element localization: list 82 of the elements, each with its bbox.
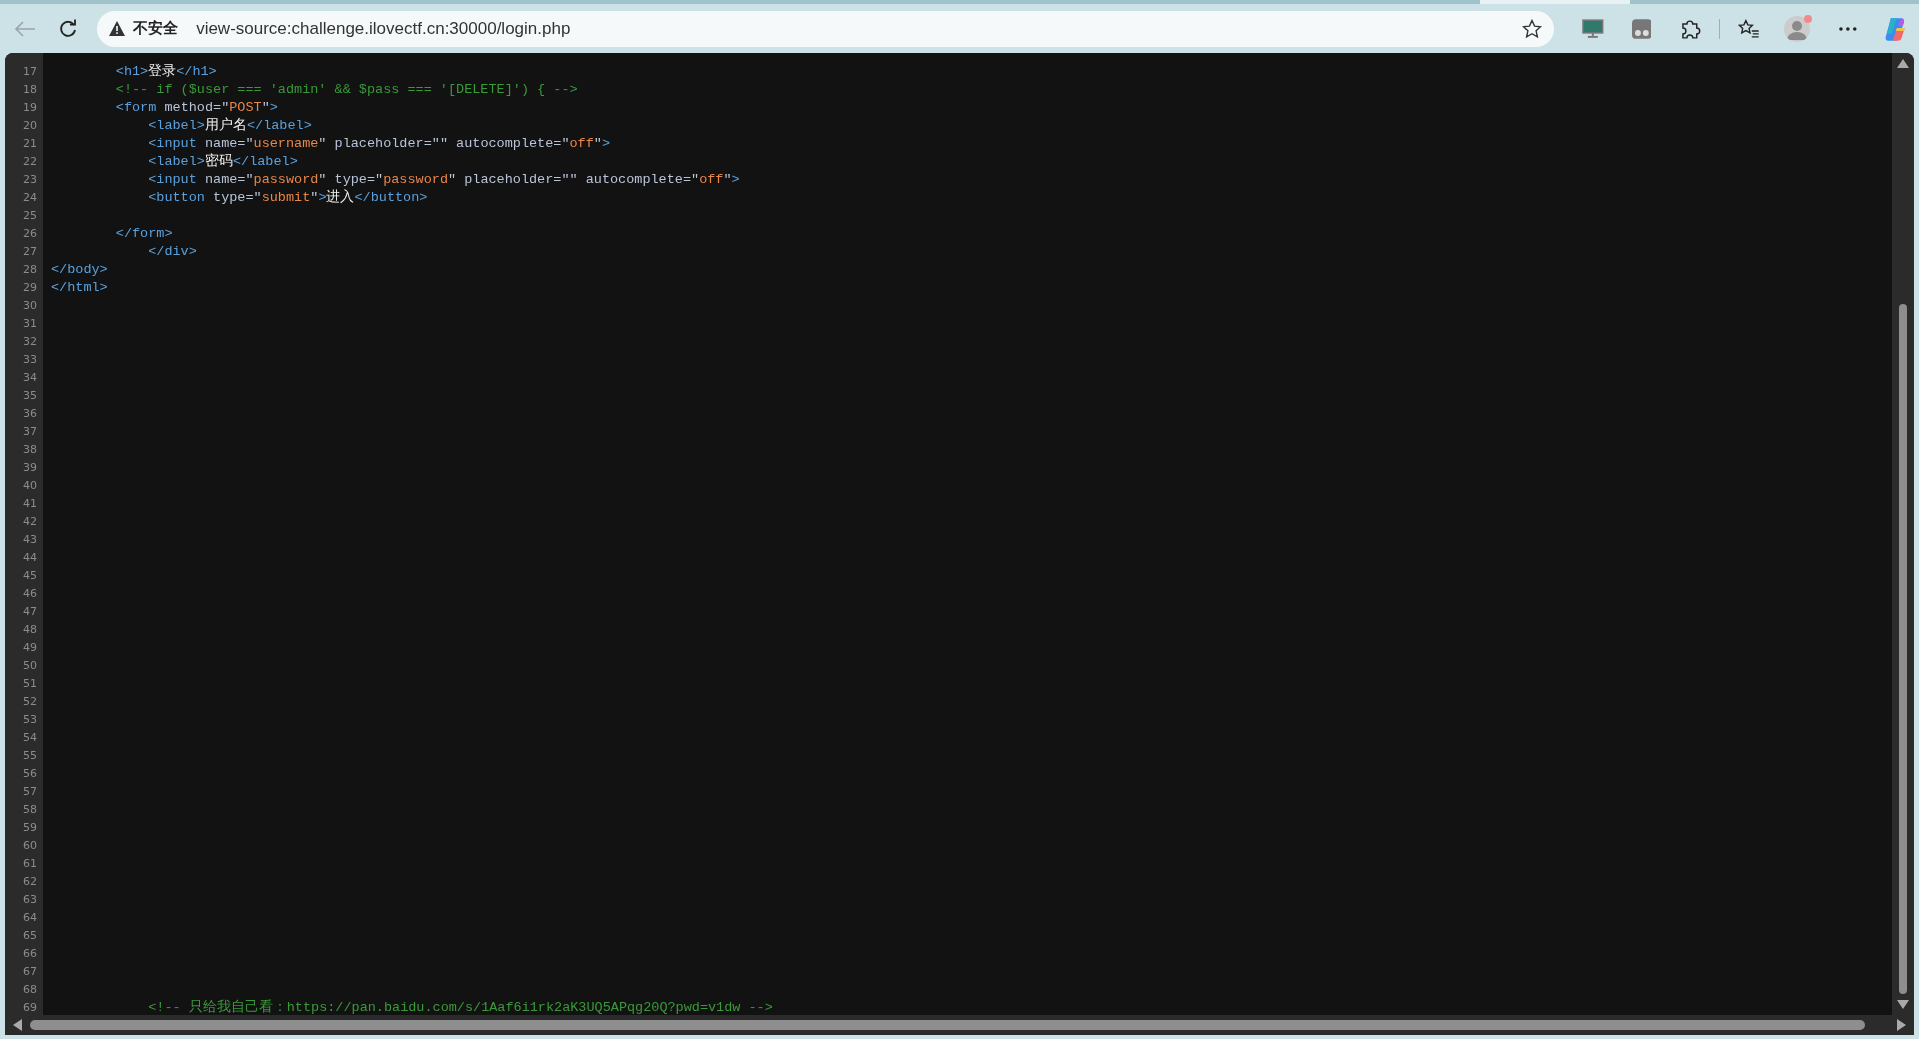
line-number: 51 (23, 675, 37, 692)
profile-avatar[interactable] (1783, 15, 1810, 42)
line-number: 39 (23, 459, 37, 476)
line-number: 40 (23, 477, 37, 494)
code-line: <input name="username" placeholder="" autocomplete="off"> (147, 135, 611, 153)
code-line: </form> (114, 225, 173, 243)
code-line: <!-- if ($user === 'admin' && $pass === '[DELETE]') { --> (114, 81, 578, 99)
line-number: 27 (23, 243, 37, 260)
warning-icon (109, 21, 126, 36)
security-label[interactable]: 不安全 (133, 17, 179, 40)
favorites-list-icon[interactable] (1737, 18, 1760, 39)
code-line: </div> (147, 243, 197, 261)
code-line: </html> (51, 279, 108, 297)
line-number: 28 (23, 261, 37, 278)
address-bar[interactable]: 不安全 view-source:challenge.ilovectf.cn:30000/login.php (97, 10, 1554, 47)
scroll-up-icon[interactable] (1897, 59, 1909, 68)
scroll-left-icon[interactable] (13, 1019, 22, 1031)
line-number: 56 (23, 765, 37, 782)
code-line: <input name="password" type="password" placeholder="" autocomplete="off"> (147, 171, 740, 189)
line-number: 17 (23, 63, 37, 80)
scrollbar-thumb[interactable] (1899, 304, 1907, 994)
line-number: 29 (23, 279, 37, 296)
line-number: 61 (23, 855, 37, 872)
line-number: 57 (23, 783, 37, 800)
code-line: </body> (51, 261, 108, 279)
scroll-right-icon[interactable] (1897, 1019, 1906, 1031)
line-number: 19 (23, 99, 37, 116)
url-text[interactable]: view-source:challenge.ilovectf.cn:30000/login.php (196, 15, 571, 42)
line-number: 49 (23, 639, 37, 656)
favorite-star-icon[interactable] (1521, 18, 1542, 39)
line-number: 62 (23, 873, 37, 890)
puzzle-icon[interactable] (1679, 17, 1701, 40)
line-number: 50 (23, 657, 37, 674)
line-number: 41 (23, 495, 37, 512)
line-number: 64 (23, 909, 37, 926)
line-number: 69 (23, 999, 37, 1016)
code-line: <label>用户名</label> (147, 117, 312, 135)
line-number: 35 (23, 387, 37, 404)
monitor-icon[interactable] (1581, 18, 1604, 39)
line-number: 45 (23, 567, 37, 584)
scrollbar-thumb[interactable] (30, 1020, 1865, 1030)
line-number: 43 (23, 531, 37, 548)
line-number: 53 (23, 711, 37, 728)
code-line: <form method="POST"> (114, 99, 278, 117)
line-number: 21 (23, 135, 37, 152)
line-number: 31 (23, 315, 37, 332)
line-number: 38 (23, 441, 37, 458)
line-number: 24 (23, 189, 37, 206)
line-number: 59 (23, 819, 37, 836)
line-number: 37 (23, 423, 37, 440)
line-number: 33 (23, 351, 37, 368)
line-number: 52 (23, 693, 37, 710)
line-number: 20 (23, 117, 37, 134)
line-number: 46 (23, 585, 37, 602)
line-number: 23 (23, 171, 37, 188)
line-number: 68 (23, 981, 37, 998)
line-number: 60 (23, 837, 37, 854)
line-number: 26 (23, 225, 37, 242)
line-number: 67 (23, 963, 37, 980)
line-number: 22 (23, 153, 37, 170)
line-number: 25 (23, 207, 37, 224)
code-line: <button type="submit">进入</button> (147, 189, 428, 207)
code-line: <h1>登录</h1> (114, 63, 217, 81)
line-number: 30 (23, 297, 37, 314)
line-number: 36 (23, 405, 37, 422)
line-number: 58 (23, 801, 37, 818)
more-icon[interactable] (1837, 25, 1858, 32)
line-number: 32 (23, 333, 37, 350)
line-number: 18 (23, 81, 37, 98)
scroll-down-icon[interactable] (1897, 1000, 1909, 1009)
line-number: 55 (23, 747, 37, 764)
line-number: 44 (23, 549, 37, 566)
line-number: 66 (23, 945, 37, 962)
code-line: <!-- 只给我自己看：https://pan.baidu.com/s/1Aaf6i1rk2aK3UQ5APqg20Q?pwd=v1dw --> (147, 999, 773, 1017)
line-number: 65 (23, 927, 37, 944)
line-number: 48 (23, 621, 37, 638)
line-number: 63 (23, 891, 37, 908)
line-number: 42 (23, 513, 37, 530)
line-number: 47 (23, 603, 37, 620)
code-line: <label>密码</label> (147, 153, 298, 171)
line-number: 34 (23, 369, 37, 386)
line-number: 54 (23, 729, 37, 746)
